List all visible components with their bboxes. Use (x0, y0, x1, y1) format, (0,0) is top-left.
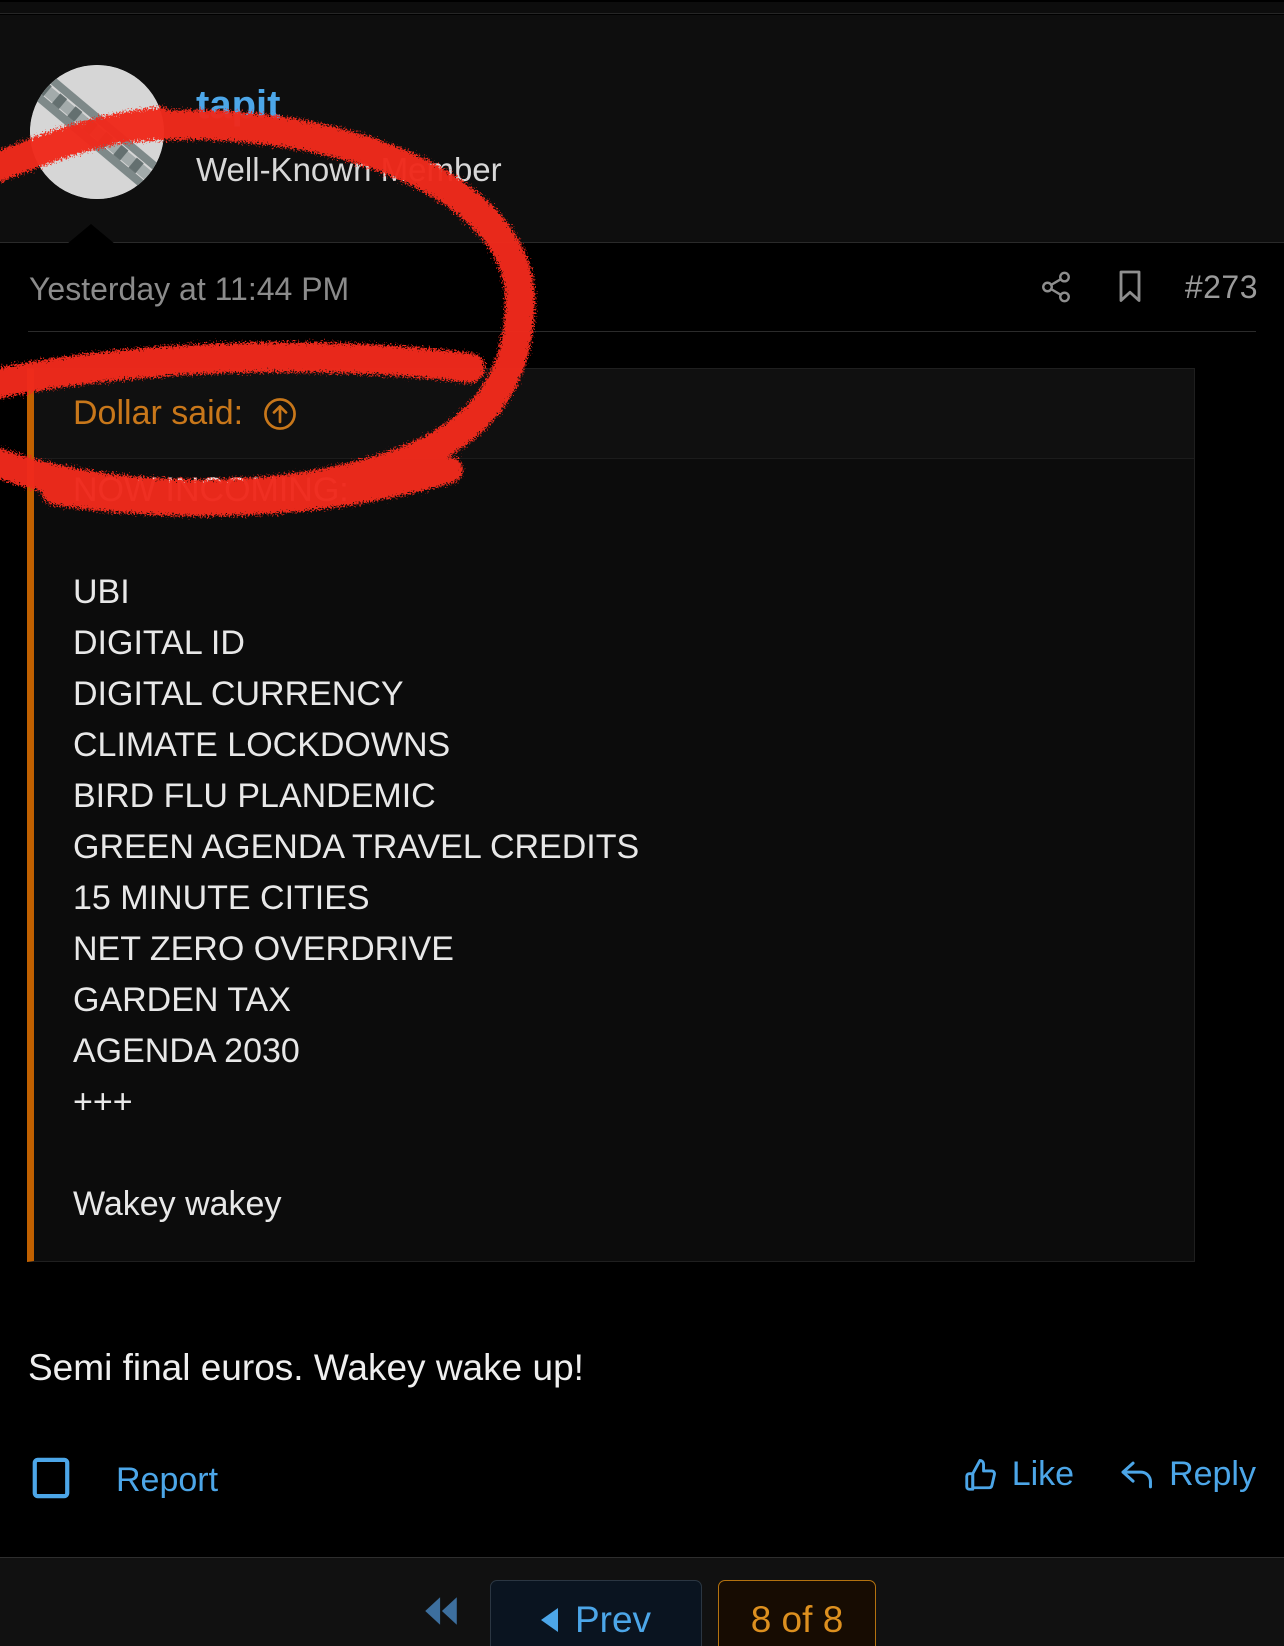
reply-arrow-icon (1118, 1456, 1156, 1494)
post-author-title: Well-Known Member (196, 151, 502, 188)
header-pointer (67, 224, 115, 244)
bookmark-icon[interactable] (1111, 266, 1149, 308)
first-page-button[interactable] (408, 1580, 474, 1642)
post-header: tapit Well-Known Member (0, 15, 1284, 243)
double-left-arrow-icon (425, 1597, 457, 1625)
post-timestamp[interactable]: Yesterday at 11:44 PM (29, 271, 349, 308)
quote-line: NOW INCOMING: (73, 471, 349, 509)
quote-line: Wakey wakey (73, 1185, 282, 1223)
quote-line: AGENDA 2030 (73, 1032, 300, 1070)
quote-line: CLIMATE LOCKDOWNS (73, 726, 451, 764)
quote-line: NET ZERO OVERDRIVE (73, 930, 454, 968)
post-actions-right: Like Reply (963, 1455, 1256, 1494)
post-meta-actions: #273 (1037, 266, 1258, 308)
quote-line: DIGITAL CURRENCY (73, 675, 404, 713)
chevron-left-icon (540, 1608, 558, 1632)
share-icon-glyph (1041, 271, 1070, 303)
reply-arrow-icon-glyph (1121, 1461, 1153, 1488)
avatar-image (30, 65, 164, 199)
share-icon[interactable] (1037, 266, 1075, 308)
like-label: Like (1011, 1455, 1075, 1493)
quote-block: Dollar said: NOW INCOMING: UBI DIGITAL I… (27, 368, 1195, 1262)
flag-icon-glyph (32, 1457, 70, 1499)
meta-divider (28, 331, 1256, 332)
page-indicator[interactable]: 8 of 8 (718, 1580, 876, 1646)
thumbs-up-icon (963, 1456, 999, 1494)
thumbs-up-icon-glyph (965, 1458, 996, 1491)
bookmark-icon-glyph (1119, 270, 1141, 302)
arrow-up-circle-icon-glyph (264, 397, 296, 430)
quote-line (73, 516, 1153, 567)
post-action-bar: Report Like Reply (0, 1455, 1284, 1547)
top-strip (0, 0, 1284, 14)
report-label: Report (116, 1461, 219, 1499)
quote-line: 15 MINUTE CITIES (73, 879, 370, 917)
like-button[interactable]: Like (963, 1455, 1074, 1494)
post-meta-row: Yesterday at 11:44 PM #273 (0, 244, 1284, 336)
pagination-controls: Prev 8 of 8 (0, 1580, 1284, 1646)
flag-icon[interactable] (30, 1455, 72, 1506)
quote-line: GREEN AGENDA TRAVEL CREDITS (73, 828, 640, 866)
quote-line: GARDEN TAX (73, 981, 291, 1019)
pagination-bar: Prev 8 of 8 (0, 1557, 1284, 1646)
post-actions-left: Report (30, 1455, 218, 1506)
reply-label: Reply (1169, 1455, 1256, 1493)
forum-post-screen: tapit Well-Known Member Yesterday at 11:… (0, 0, 1284, 1646)
quote-header[interactable]: Dollar said: (34, 369, 1194, 459)
post-number[interactable]: #273 (1185, 269, 1258, 306)
prev-page-button[interactable]: Prev (490, 1580, 702, 1646)
report-button[interactable]: Report (116, 1461, 218, 1500)
quote-line: +++ (73, 1083, 133, 1121)
avatar[interactable] (30, 65, 164, 199)
reply-button[interactable]: Reply (1118, 1455, 1256, 1494)
post-body-text: Semi final euros. Wakey wake up! (28, 1347, 584, 1388)
quote-body: NOW INCOMING: UBI DIGITAL ID DIGITAL CUR… (73, 465, 1153, 1230)
post-author-name[interactable]: tapit (196, 83, 280, 128)
quote-author-label: Dollar said: (73, 394, 244, 432)
quote-line: BIRD FLU PLANDEMIC (73, 777, 436, 815)
quote-line (73, 1128, 1153, 1179)
quote-line: DIGITAL ID (73, 624, 245, 662)
quote-line: UBI (73, 573, 130, 611)
arrow-up-circle-icon[interactable] (261, 395, 299, 433)
prev-label: Prev (574, 1599, 652, 1640)
